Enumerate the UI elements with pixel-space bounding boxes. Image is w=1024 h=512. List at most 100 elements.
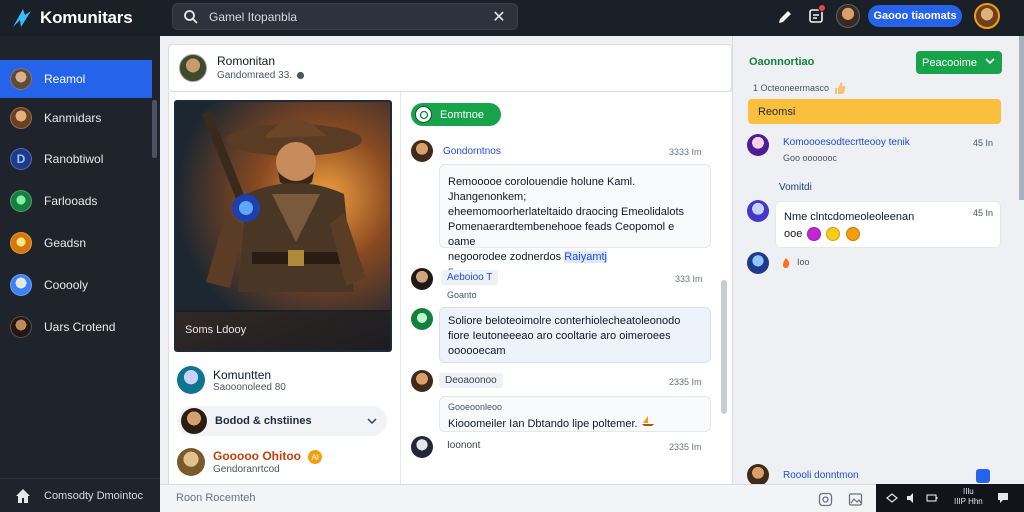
battery-icon[interactable] bbox=[926, 492, 938, 504]
image-icon[interactable] bbox=[848, 492, 863, 507]
message-line: Nme clntcdomeoleoleenan bbox=[784, 211, 915, 223]
search-input[interactable]: Gamel Itopanbla bbox=[209, 10, 491, 24]
orange-profile-row[interactable]: Gooooo Ohitoo Al Gendoranrtcod bbox=[177, 448, 323, 476]
friend-avatar[interactable] bbox=[836, 4, 860, 28]
orange-profile-sub: Gendoranrtcod bbox=[213, 464, 280, 476]
sailboat-icon bbox=[641, 416, 655, 430]
top-bar: Komunitars Gamel Itopanbla ✕ Gaooo tiaom… bbox=[0, 0, 1024, 36]
comment-author[interactable]: Ioonont bbox=[447, 440, 480, 451]
comment-author[interactable]: Aeboioo T bbox=[441, 270, 499, 285]
reaction-avatar[interactable] bbox=[747, 252, 769, 274]
composer-input[interactable]: Roon Rocemteh bbox=[176, 492, 256, 504]
comments-filter-button[interactable]: Eomtnoe bbox=[411, 103, 501, 126]
ai-badge: Al bbox=[308, 450, 323, 465]
right-panel-dropdown-button[interactable]: Peacooime bbox=[916, 51, 1002, 74]
profile-avatar bbox=[177, 366, 205, 394]
sidebar-item-farlooads[interactable]: Farlooads bbox=[0, 182, 152, 220]
sidebar-item-geadsn[interactable]: Geadsn bbox=[0, 224, 152, 262]
comment-author[interactable]: Gondorntnos bbox=[443, 146, 501, 157]
right-panel-scrollbar[interactable] bbox=[1019, 36, 1024, 200]
comment-time: 2335 Im bbox=[669, 442, 702, 452]
notification-dot bbox=[818, 4, 826, 12]
leaf-icon bbox=[10, 190, 32, 212]
volume-icon[interactable] bbox=[906, 492, 918, 504]
comment-avatar[interactable] bbox=[411, 370, 433, 392]
comment-avatar[interactable] bbox=[411, 140, 433, 162]
group-avatar bbox=[181, 408, 207, 434]
message-avatar[interactable] bbox=[747, 200, 769, 222]
reply-line: fiore Ieutoneeeao aro cooltarie aro oime… bbox=[448, 330, 671, 342]
comment-avatar[interactable] bbox=[411, 436, 433, 458]
profile-sub: Saooonoleed 80 bbox=[213, 381, 286, 393]
sidebar-item-uars-crotend[interactable]: Uars Crotend bbox=[0, 308, 152, 346]
comment-bubble: Remooooe corolouendie holune Kaml. Jhang… bbox=[439, 164, 711, 277]
emoji-icon bbox=[807, 227, 822, 242]
comment-avatar[interactable] bbox=[411, 268, 433, 290]
chevron-down-icon bbox=[367, 416, 377, 426]
clear-search-icon[interactable]: ✕ bbox=[491, 7, 507, 27]
sidebar-footer-label: Comsodty Dmointoc bbox=[44, 489, 144, 502]
sidebar-item-label: Uars Crotend bbox=[44, 320, 116, 334]
app-logo[interactable]: Komunitars bbox=[10, 4, 133, 32]
system-clock[interactable]: IIlu IIIP Hhn bbox=[954, 487, 983, 507]
author-name[interactable]: Romonitan bbox=[217, 54, 275, 68]
activity-name[interactable]: Komoooesodtecrtteooy tenik bbox=[783, 137, 910, 148]
footer-name[interactable]: Roooli donntmon bbox=[783, 470, 859, 481]
section-heading: Vomitdi bbox=[779, 182, 812, 193]
chevron-down-icon bbox=[985, 56, 995, 69]
comment-sub: Goanto bbox=[447, 290, 477, 300]
character-icon bbox=[10, 107, 32, 129]
primary-action-button[interactable]: Gaooo tiaomats bbox=[868, 5, 962, 27]
user-avatar[interactable] bbox=[974, 3, 1000, 29]
profile-row[interactable]: Komuntten Saooonoleed 80 bbox=[177, 366, 286, 394]
footer-avatar[interactable] bbox=[747, 464, 769, 486]
comment-link[interactable]: Raiyamtj bbox=[564, 251, 608, 263]
right-panel-sub: 1 Octeoneermasco bbox=[753, 81, 847, 95]
comment-bubble: Gooeoonleoo Kiooomeiler Ian Dbtando lipe… bbox=[439, 396, 711, 432]
comments-scrollbar[interactable] bbox=[721, 280, 727, 414]
right-panel-banner[interactable]: Reomsi bbox=[748, 99, 1001, 124]
comment-time: 3333 Im bbox=[669, 147, 702, 157]
sidebar-item-label: Kanmidars bbox=[44, 111, 102, 125]
right-panel-title: Oaonnortiao bbox=[749, 56, 815, 68]
action-center-icon[interactable] bbox=[996, 491, 1010, 505]
attachment-icon[interactable] bbox=[818, 492, 833, 507]
sidebar-footer[interactable]: Comsodty Dmointoc bbox=[0, 478, 160, 512]
avatar-icon bbox=[10, 316, 32, 338]
reply-line: oooooecam bbox=[448, 345, 506, 357]
sidebar-item-ranobtiwol[interactable]: D Ranobtiwol bbox=[0, 140, 152, 178]
author-avatar[interactable] bbox=[179, 54, 207, 82]
activity-avatar[interactable] bbox=[747, 134, 769, 156]
sidebar-item-cooooly[interactable]: Cooooly bbox=[0, 266, 152, 304]
right-panel-button-label: Peacooime bbox=[922, 56, 978, 69]
compose-icon[interactable] bbox=[776, 8, 794, 26]
sidebar-item-kanmidars[interactable]: Kanmidars bbox=[0, 99, 152, 137]
profile-name: Komuntten bbox=[213, 367, 272, 382]
comments-column: Eomtnoe Gondorntnos 3333 Im Remooooe cor… bbox=[400, 92, 732, 484]
emoji-icon bbox=[845, 227, 860, 242]
app-title: Komunitars bbox=[40, 8, 133, 27]
sidebar-scrollbar[interactable] bbox=[152, 100, 157, 158]
hero-caption: Soms Ldooy bbox=[176, 310, 390, 350]
wifi-icon[interactable] bbox=[886, 492, 898, 504]
dropdown-label: Bodod & chstiines bbox=[215, 415, 312, 427]
search-bar[interactable]: Gamel Itopanbla ✕ bbox=[172, 3, 518, 30]
reply-bubble: Soliore beloteoimolre conterhiolecheatol… bbox=[439, 307, 711, 363]
comment-author[interactable]: Deoaoonoo bbox=[439, 373, 503, 388]
sidebar-item-label: Geadsn bbox=[44, 236, 87, 250]
comment-text: Kiooomeiler Ian Dbtando lipe poltemer. bbox=[448, 418, 638, 430]
friends-dropdown[interactable]: Bodod & chstiines bbox=[177, 406, 387, 436]
hero-image[interactable]: Soms Ldooy bbox=[174, 100, 392, 352]
reply-avatar[interactable] bbox=[411, 308, 433, 330]
profile-icon bbox=[10, 68, 32, 90]
orange-profile-name: Gooooo Ohitoo bbox=[213, 448, 301, 463]
emoji-icon bbox=[826, 227, 841, 242]
post-media-column: Soms Ldooy Komuntten Saooonoleed 80 Bodo… bbox=[168, 92, 400, 484]
comments-filter-label: Eomtnoe bbox=[440, 108, 485, 121]
sidebar-item-label: Ranobtiwol bbox=[44, 152, 104, 166]
right-panel: Oaonnortiao Peacooime 1 Octeoneermasco R… bbox=[732, 36, 1024, 486]
search-icon bbox=[183, 9, 199, 25]
post-header-card: Romonitan Gandomraed 33. bbox=[168, 44, 732, 92]
check-icon[interactable] bbox=[976, 469, 990, 483]
sidebar-item-reamol[interactable]: Reamol bbox=[0, 60, 152, 98]
